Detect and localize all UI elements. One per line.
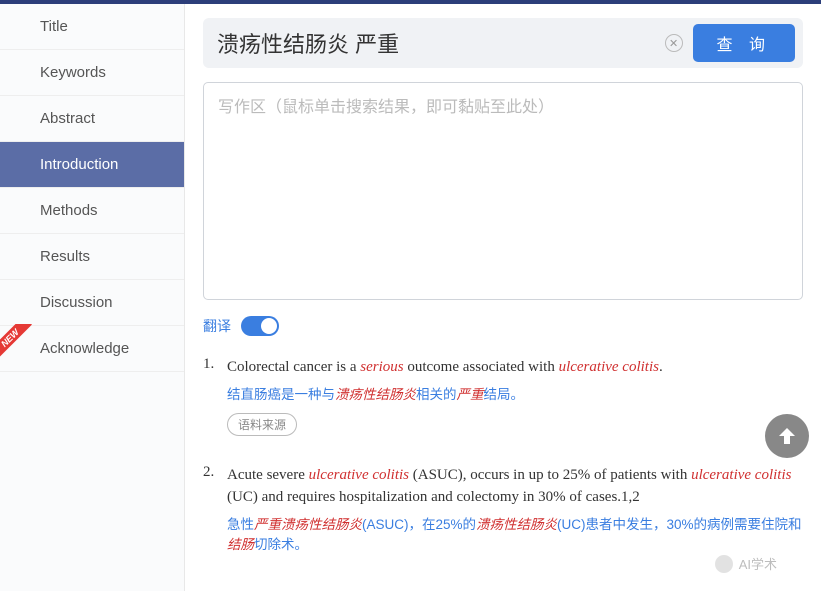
watermark-text: AI学术 [739, 554, 777, 573]
new-ribbon-label: NEW [0, 324, 32, 360]
results-list: 1.Colorectal cancer is a serious outcome… [203, 356, 803, 555]
sidebar-item-abstract[interactable]: Abstract [0, 96, 184, 142]
sidebar-item-methods[interactable]: Methods [0, 188, 184, 234]
result-english: Colorectal cancer is a serious outcome a… [227, 356, 803, 379]
new-ribbon: NEW [0, 324, 36, 362]
clear-icon[interactable]: ✕ [665, 34, 683, 52]
search-input[interactable] [211, 26, 655, 60]
scroll-top-button[interactable] [765, 414, 809, 458]
sidebar-item-keywords[interactable]: Keywords [0, 50, 184, 96]
main-panel: ✕ 查 询 写作区（鼠标单击搜索结果，即可黏贴至此处） 翻译 1.Colorec… [185, 4, 821, 591]
sidebar-item-introduction[interactable]: Introduction [0, 142, 184, 188]
translate-toggle[interactable] [241, 316, 279, 336]
result-number: 2. [203, 464, 227, 556]
result-english: Acute severe ulcerative colitis (ASUC), … [227, 464, 803, 509]
result-item[interactable]: 2.Acute severe ulcerative colitis (ASUC)… [203, 464, 803, 556]
result-number: 1. [203, 356, 227, 436]
watermark-icon [715, 555, 733, 573]
result-chinese: 急性严重溃疡性结肠炎(ASUC)，在25%的溃疡性结肠炎(UC)患者中发生，30… [227, 515, 803, 556]
toggle-knob [261, 318, 277, 334]
sidebar-item-title[interactable]: Title [0, 4, 184, 50]
translate-label: 翻译 [203, 316, 231, 336]
result-item[interactable]: 1.Colorectal cancer is a serious outcome… [203, 356, 803, 436]
result-body: Colorectal cancer is a serious outcome a… [227, 356, 803, 436]
sidebar: TitleKeywordsAbstractIntroductionMethods… [0, 4, 185, 591]
translate-row: 翻译 [203, 316, 803, 346]
query-button[interactable]: 查 询 [693, 24, 795, 62]
sidebar-item-results[interactable]: Results [0, 234, 184, 280]
arrow-up-icon [775, 424, 799, 448]
sidebar-item-discussion[interactable]: Discussion [0, 280, 184, 326]
watermark: AI学术 [715, 554, 777, 573]
result-chinese: 结直肠癌是一种与溃疡性结肠炎相关的严重结局。 [227, 385, 803, 405]
search-row: ✕ 查 询 [203, 18, 803, 68]
result-body: Acute severe ulcerative colitis (ASUC), … [227, 464, 803, 556]
source-button[interactable]: 语料来源 [227, 413, 297, 436]
writing-area[interactable]: 写作区（鼠标单击搜索结果，即可黏贴至此处） [203, 82, 803, 300]
